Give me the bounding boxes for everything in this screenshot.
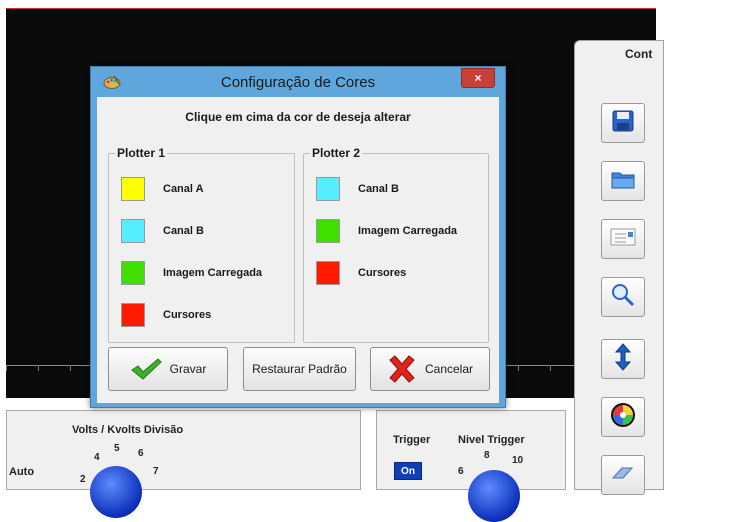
color-label: Imagem Carregada (163, 267, 263, 279)
plotter1-label: Plotter 1 (115, 146, 168, 160)
control-panel-title: Cont (625, 47, 653, 61)
open-file-button[interactable] (601, 161, 645, 201)
close-button[interactable]: × (461, 68, 495, 88)
dialog-content: Clique em cima da cor de deseja alterar … (97, 97, 499, 403)
save-button-label: Gravar (169, 362, 207, 376)
volts-knob-number: 4 (94, 452, 100, 463)
vertical-scale-button[interactable] (601, 339, 645, 379)
trigger-knob-number: 10 (512, 455, 524, 466)
checkmark-icon (130, 357, 162, 381)
document-icon (610, 228, 636, 251)
color-swatch[interactable] (121, 177, 145, 201)
save-button[interactable]: Gravar (108, 347, 228, 391)
plotter2-row[interactable]: Cursores (316, 260, 406, 286)
color-label: Imagem Carregada (358, 225, 458, 237)
color-label: Canal B (163, 225, 204, 237)
volts-knob-number: 7 (153, 466, 159, 477)
restore-defaults-button[interactable]: Restaurar Padrão (243, 347, 356, 391)
color-wheel-icon (609, 401, 637, 434)
auto-label: Auto (9, 466, 35, 478)
plotter1-row[interactable]: Canal A (121, 176, 204, 202)
plotter2-row[interactable]: Imagem Carregada (316, 218, 457, 244)
color-swatch[interactable] (121, 261, 145, 285)
trigger-label: Trigger (393, 434, 431, 446)
volts-division-title: Volts / Kvolts Divisão (72, 424, 184, 436)
dialog-instruction: Clique em cima da cor de deseja alterar (185, 110, 411, 124)
volts-division-panel (6, 410, 361, 490)
color-label: Cursores (163, 309, 212, 321)
trigger-knob-number: 6 (458, 466, 464, 477)
volts-knob-number: 6 (138, 448, 144, 459)
control-panel: Cont (574, 40, 664, 495)
color-swatch[interactable] (316, 219, 340, 243)
color-label: Canal B (358, 183, 399, 195)
plotter1-row[interactable]: Imagem Carregada (121, 260, 262, 286)
save-disk-icon (611, 109, 635, 138)
color-config-button[interactable] (601, 397, 645, 437)
plotter1-group: Plotter 1 Canal A Canal B Imagem Carrega… (108, 146, 295, 343)
report-button[interactable] (601, 219, 645, 259)
plotter1-row[interactable]: Cursores (121, 302, 211, 328)
cancel-button-label: Cancelar (424, 362, 474, 376)
plotter1-row[interactable]: Canal B (121, 218, 204, 244)
magnifier-icon (610, 282, 636, 313)
plotter2-group: Plotter 2 Canal B Imagem Carregada Curso… (303, 146, 489, 343)
volts-division-knob[interactable] (90, 466, 142, 518)
open-folder-icon (610, 168, 636, 195)
trigger-knob-number: 8 (484, 450, 490, 461)
restore-defaults-label: Restaurar Padrão (252, 362, 347, 376)
vertical-arrows-icon (614, 342, 632, 376)
color-config-dialog: Configuração de Cores × Clique em cima d… (90, 66, 506, 408)
color-label: Cursores (358, 267, 407, 279)
color-swatch[interactable] (316, 261, 340, 285)
eraser-icon (610, 464, 636, 487)
color-swatch[interactable] (316, 177, 340, 201)
trigger-level-knob[interactable] (468, 470, 520, 522)
volts-knob-number: 5 (114, 443, 120, 454)
red-x-icon (387, 355, 417, 383)
dialog-title: Configuração de Cores (220, 74, 376, 91)
plotter2-row[interactable]: Canal B (316, 176, 399, 202)
color-swatch[interactable] (121, 303, 145, 327)
cancel-button[interactable]: Cancelar (370, 347, 490, 391)
nivel-trigger-label: Nivel Trigger (458, 434, 525, 446)
color-swatch[interactable] (121, 219, 145, 243)
save-file-button[interactable] (601, 103, 645, 143)
zoom-button[interactable] (601, 277, 645, 317)
plotter2-label: Plotter 2 (310, 146, 363, 160)
color-label: Canal A (163, 183, 204, 195)
trigger-on-button[interactable]: On (394, 462, 422, 480)
dialog-titlebar[interactable]: Configuração de Cores × (91, 67, 505, 97)
erase-button[interactable] (601, 455, 645, 495)
